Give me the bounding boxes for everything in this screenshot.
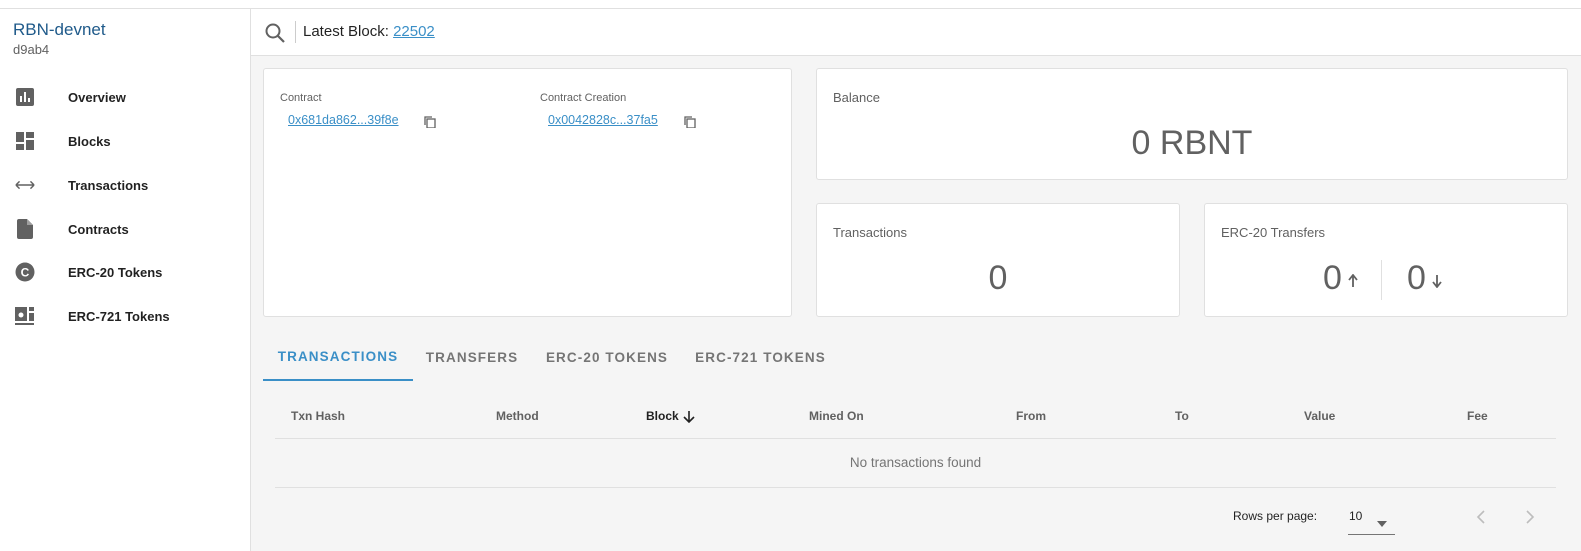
column-header-fee: Fee	[1467, 409, 1488, 423]
document-icon	[15, 219, 35, 239]
brand[interactable]: RBN-devnet d9ab4	[13, 21, 106, 58]
column-header-txn-hash: Txn Hash	[291, 409, 346, 423]
bar-chart-icon	[15, 87, 35, 107]
contract-card: Contract 0x681da862...39f8e Contract Cre…	[263, 68, 792, 317]
nft-icon	[15, 306, 35, 326]
sidebar-item-label: Blocks	[68, 133, 111, 149]
sidebar-item-blocks[interactable]: Blocks	[0, 119, 250, 163]
tab-erc20-tokens[interactable]: ERC-20 TOKENS	[533, 333, 681, 381]
next-page-icon[interactable]	[1519, 506, 1541, 528]
rows-per-page-select[interactable]: 10	[1348, 506, 1395, 530]
sidebar-item-overview[interactable]: Overview	[0, 75, 250, 119]
balance-label: Balance	[833, 90, 880, 105]
contract-label: Contract	[280, 92, 322, 104]
transactions-card: Transactions 0	[816, 203, 1180, 317]
latest-block: Latest Block: 22502	[303, 23, 435, 40]
tab-erc721-tokens[interactable]: ERC-721 TOKENS	[683, 333, 838, 381]
contract-creation-label: Contract Creation	[540, 92, 627, 104]
chevron-down-icon	[1377, 514, 1387, 532]
erc20-transfers-card: ERC-20 Transfers 0 0	[1204, 203, 1568, 317]
arrow-up-icon	[1348, 273, 1358, 293]
search-bar: Latest Block: 22502	[251, 9, 1581, 56]
sidebar-item-transactions[interactable]: Transactions	[0, 163, 250, 207]
sidebar-item-label: Transactions	[68, 177, 149, 193]
search-icon[interactable]	[264, 22, 286, 44]
rows-per-page-label: Rows per page:	[1233, 509, 1318, 523]
erc20-out-value: 0	[1407, 259, 1426, 297]
copy-icon[interactable]	[684, 115, 696, 129]
brand-name[interactable]: RBN-devnet	[13, 21, 106, 39]
sidebar: RBN-devnet d9ab4 Overview Blocks Transac…	[0, 9, 251, 551]
tab-transactions[interactable]: TRANSACTIONS	[263, 333, 413, 381]
column-header-mined-on: Mined On	[809, 409, 864, 423]
main-content: Latest Block: 22502 Contract 0x681da862.…	[251, 9, 1581, 551]
divider	[275, 487, 1556, 488]
sidebar-item-erc721[interactable]: ERC-721 Tokens	[0, 294, 250, 338]
erc20-in-value: 0	[1323, 259, 1342, 297]
empty-state-text: No transactions found	[849, 455, 982, 470]
balance-card: Balance 0 RBNT	[816, 68, 1568, 180]
column-header-to: To	[1175, 409, 1189, 423]
transactions-value: 0	[988, 259, 1008, 297]
previous-page-icon[interactable]	[1470, 506, 1492, 528]
contract-creation-link[interactable]: 0x0042828c...37fa5	[548, 113, 658, 127]
sort-down-icon	[683, 410, 695, 423]
balance-value: 0 RBNT	[1131, 124, 1253, 162]
top-bar	[0, 0, 1581, 9]
sidebar-item-contracts[interactable]: Contracts	[0, 207, 250, 251]
sidebar-item-label: ERC-721 Tokens	[68, 308, 170, 324]
latest-block-link[interactable]: 22502	[393, 23, 435, 40]
column-header-block-sort[interactable]: Block	[646, 409, 695, 423]
sidebar-item-label: Contracts	[68, 221, 129, 237]
dashboard-icon	[15, 131, 35, 151]
latest-block-label: Latest Block:	[303, 23, 389, 40]
sidebar-item-erc20[interactable]: C ERC-20 Tokens	[0, 250, 250, 294]
sidebar-item-label: Overview	[68, 89, 126, 105]
column-header-block: Block	[646, 409, 679, 423]
divider	[295, 21, 296, 43]
coin-icon: C	[15, 262, 35, 282]
divider	[1348, 534, 1395, 535]
brand-sub: d9ab4	[13, 42, 50, 57]
tab-transfers[interactable]: TRANSFERS	[413, 333, 531, 381]
column-header-value: Value	[1304, 409, 1336, 423]
contract-address-link[interactable]: 0x681da862...39f8e	[288, 113, 399, 127]
divider	[1381, 260, 1382, 300]
divider	[275, 438, 1556, 439]
column-header-from: From	[1016, 409, 1046, 423]
copy-icon[interactable]	[424, 115, 436, 129]
svg-text:C: C	[21, 266, 30, 280]
arrow-down-icon	[1432, 274, 1442, 293]
column-header-method: Method	[496, 409, 539, 423]
transactions-label: Transactions	[833, 225, 907, 240]
sidebar-item-label: ERC-20 Tokens	[68, 264, 163, 280]
erc20-transfers-label: ERC-20 Transfers	[1221, 225, 1326, 240]
rows-per-page-value: 10	[1349, 509, 1363, 523]
swap-horizontal-icon	[15, 175, 35, 195]
